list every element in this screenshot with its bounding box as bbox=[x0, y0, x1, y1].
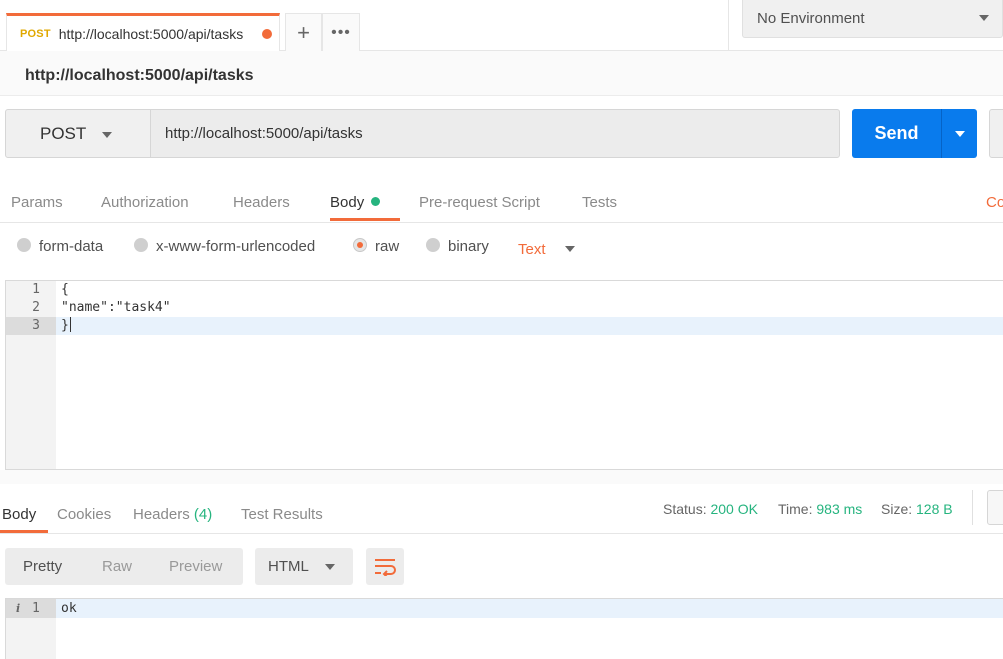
line-number: 1 bbox=[32, 282, 40, 297]
response-text: ok bbox=[61, 601, 77, 616]
radio-raw[interactable]: raw bbox=[353, 237, 400, 255]
radio-icon bbox=[426, 237, 440, 252]
status-value: 200 OK bbox=[710, 501, 758, 517]
line-number: 2 bbox=[32, 300, 40, 315]
line-number: 3 bbox=[6, 317, 56, 335]
tab-more-button[interactable]: ••• bbox=[322, 13, 360, 51]
tab-url: http://localhost:5000/api/tasks bbox=[58, 25, 244, 42]
environment-label: No Environment bbox=[757, 10, 865, 27]
radio-label: x-www-form-urlencoded bbox=[156, 238, 316, 255]
radio-label: binary bbox=[448, 238, 489, 255]
code-text-wrapper: } bbox=[61, 317, 71, 335]
radio-binary[interactable]: binary bbox=[426, 237, 489, 255]
tab-method-tag: POST bbox=[20, 27, 51, 40]
tab-authorization[interactable]: Authorization bbox=[101, 194, 189, 211]
save-button[interactable] bbox=[989, 109, 1003, 158]
body-type-options: form-data x-www-form-urlencoded raw bina… bbox=[0, 224, 1003, 276]
chevron-down-icon bbox=[979, 15, 989, 21]
code-text: "name":"task4" bbox=[61, 300, 171, 315]
response-status: Status: 200 OK bbox=[663, 501, 758, 517]
divider bbox=[972, 490, 973, 525]
response-time: Time: 983 ms bbox=[778, 501, 862, 517]
code-text: } bbox=[61, 318, 69, 333]
method-label: POST bbox=[40, 123, 87, 143]
send-options-button[interactable] bbox=[941, 109, 977, 158]
radio-form-data[interactable]: form-data bbox=[17, 237, 104, 255]
request-tab[interactable]: POST http://localhost:5000/api/tasks bbox=[6, 13, 280, 51]
time-value: 983 ms bbox=[816, 501, 863, 517]
unsaved-changes-icon bbox=[262, 29, 272, 39]
tab-headers[interactable]: Headers bbox=[233, 194, 290, 211]
response-tab-headers[interactable]: Headers (4) bbox=[133, 506, 212, 523]
radio-x-www-form-urlencoded[interactable]: x-www-form-urlencoded bbox=[134, 237, 316, 255]
view-raw-button[interactable]: Raw bbox=[102, 558, 132, 575]
active-tab-indicator bbox=[0, 530, 48, 533]
code-line-current: 3 } bbox=[6, 317, 1003, 335]
chevron-down-icon bbox=[325, 564, 335, 570]
response-tab-test-results[interactable]: Test Results bbox=[241, 506, 323, 523]
time-label: Time: bbox=[778, 501, 813, 517]
active-tab-indicator bbox=[330, 218, 400, 221]
pane-divider[interactable] bbox=[0, 470, 1003, 484]
chevron-down-icon[interactable] bbox=[565, 246, 575, 252]
environment-select[interactable]: No Environment bbox=[742, 0, 1003, 38]
response-tab-body[interactable]: Body bbox=[2, 506, 36, 523]
tab-pre-request-script[interactable]: Pre-request Script bbox=[419, 194, 540, 211]
chevron-down-icon bbox=[102, 132, 112, 138]
radio-icon bbox=[134, 237, 148, 252]
size-value: 128 B bbox=[916, 501, 953, 517]
request-body-editor[interactable]: 1 { 2 "name":"task4" 3 } bbox=[5, 280, 1003, 470]
radio-label: raw bbox=[375, 238, 400, 255]
tab-bar: POST http://localhost:5000/api/tasks + •… bbox=[0, 0, 1003, 51]
size-label: Size: bbox=[881, 501, 913, 517]
code-text: { bbox=[61, 282, 69, 297]
response-tabs: Body Cookies Headers (4) Test Results St… bbox=[0, 484, 1003, 534]
line-gutter bbox=[6, 599, 56, 618]
wrap-lines-button[interactable] bbox=[366, 548, 404, 585]
divider bbox=[728, 0, 729, 50]
save-response-button[interactable] bbox=[987, 490, 1003, 525]
radio-selected-icon bbox=[353, 237, 367, 252]
response-format-select[interactable]: HTML bbox=[255, 548, 353, 585]
radio-icon bbox=[17, 237, 31, 252]
text-cursor bbox=[69, 317, 71, 332]
cookies-link[interactable]: Co bbox=[986, 194, 1003, 211]
response-body-viewer[interactable]: i 1 ok bbox=[5, 598, 1003, 659]
chevron-down-icon bbox=[955, 131, 965, 137]
code-line: 2 "name":"task4" bbox=[6, 299, 1003, 317]
new-tab-button[interactable]: + bbox=[285, 13, 322, 51]
tab-body-label: Body bbox=[330, 194, 365, 211]
response-size: Size: 128 B bbox=[881, 501, 953, 517]
headers-count: (4) bbox=[193, 506, 213, 523]
response-line: i 1 ok bbox=[6, 599, 1003, 618]
view-pretty-button[interactable]: Pretty bbox=[23, 558, 62, 575]
send-button[interactable]: Send bbox=[852, 109, 941, 158]
status-label: Status: bbox=[663, 501, 707, 517]
raw-format-select[interactable]: Text bbox=[518, 241, 546, 258]
headers-label: Headers bbox=[133, 506, 190, 523]
method-select[interactable]: POST bbox=[5, 109, 151, 158]
info-icon[interactable]: i bbox=[16, 599, 20, 618]
body-has-content-icon bbox=[371, 197, 381, 206]
view-preview-button[interactable]: Preview bbox=[169, 558, 222, 575]
tab-params[interactable]: Params bbox=[11, 194, 63, 211]
code-line: 1 { bbox=[6, 281, 1003, 299]
response-view-toggle: Pretty Raw Preview bbox=[5, 548, 243, 585]
radio-label: form-data bbox=[39, 238, 104, 255]
line-number: 1 bbox=[32, 601, 40, 616]
format-label: HTML bbox=[268, 558, 309, 575]
tab-body[interactable]: Body bbox=[330, 194, 381, 211]
request-name-bar: http://localhost:5000/api/tasks bbox=[0, 51, 1003, 96]
request-name: http://localhost:5000/api/tasks bbox=[25, 67, 254, 84]
wrap-lines-icon bbox=[375, 558, 396, 576]
url-input[interactable] bbox=[150, 109, 840, 158]
tab-tests[interactable]: Tests bbox=[582, 194, 617, 211]
request-tabs: Params Authorization Headers Body Pre-re… bbox=[0, 180, 1003, 223]
response-tab-cookies[interactable]: Cookies bbox=[57, 506, 111, 523]
